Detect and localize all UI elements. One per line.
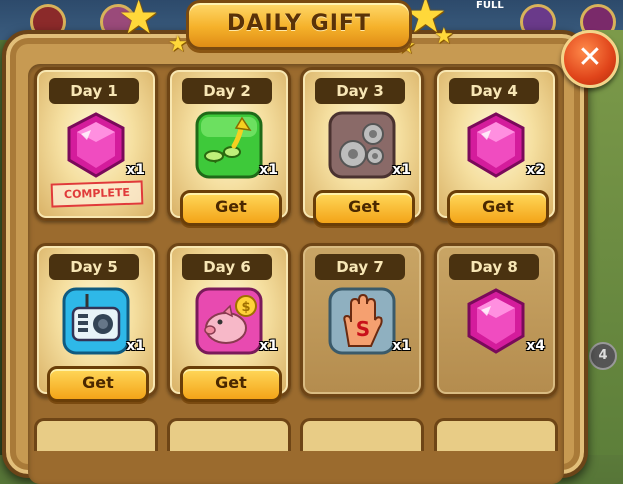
day-card-2: Day 2 x1 Get <box>167 67 291 226</box>
svg-text:S: S <box>356 317 370 341</box>
radio-icon <box>61 286 131 356</box>
quantity: x1 <box>126 162 145 178</box>
quantity: x1 <box>392 338 411 354</box>
pink-gem-icon <box>61 110 131 180</box>
day-card-6: Day 6 $ x1 Get <box>167 243 291 402</box>
day-card-row3-2 <box>167 418 291 451</box>
day-card-row3-3 <box>300 418 424 451</box>
day-card-8: Day 8 x4 <box>434 243 558 397</box>
close-button[interactable]: ✕ <box>561 30 619 88</box>
star-icon-left-small: ★ <box>168 32 188 57</box>
get-button[interactable]: Get <box>180 366 282 402</box>
gears-icon <box>327 110 397 180</box>
day-card-4: Day 4 x2 Get <box>434 67 558 226</box>
day-label: Day 5 <box>49 254 139 280</box>
day-label: Day 2 <box>182 78 272 104</box>
day-card-5: Day 5 x1 Get <box>34 243 158 402</box>
quantity: x1 <box>126 338 145 354</box>
quantity: x1 <box>392 162 411 178</box>
page-title: DAILY GIFT <box>186 0 412 50</box>
quantity: x1 <box>259 338 278 354</box>
day-label: Day 3 <box>315 78 405 104</box>
day-card-1: Day 1 x1 COMPLETE <box>34 67 158 221</box>
background-status-text: FULL <box>476 0 504 11</box>
day-card-3: Day 3 x1 Get <box>300 67 424 226</box>
background-badge: 4 <box>589 342 617 370</box>
star-icon-left-large: ★ <box>118 0 160 44</box>
quantity: x4 <box>526 338 545 354</box>
piggy-bank-icon: $ <box>194 286 264 356</box>
day-label: Day 8 <box>449 254 539 280</box>
get-button[interactable]: Get <box>47 366 149 402</box>
pink-gem-icon <box>461 286 531 356</box>
close-icon: ✕ <box>577 40 603 75</box>
hand-glove-icon: S <box>327 286 397 356</box>
pink-gem-icon <box>461 110 531 180</box>
svg-text:$: $ <box>241 300 250 315</box>
day-label: Day 1 <box>49 78 139 104</box>
day-label: Day 4 <box>449 78 539 104</box>
get-button[interactable]: Get <box>447 190 549 226</box>
day-card-row3-1 <box>34 418 158 451</box>
get-button[interactable]: Get <box>313 190 415 226</box>
complete-stamp: COMPLETE <box>50 180 144 208</box>
day-card-7: Day 7 S x1 <box>300 243 424 397</box>
day-card-row3-4 <box>434 418 558 451</box>
background-farm-scene <box>583 30 623 455</box>
star-icon-right-tiny: ★ <box>434 24 454 49</box>
get-button[interactable]: Get <box>180 190 282 226</box>
day-label: Day 6 <box>182 254 272 280</box>
quantity: x1 <box>259 162 278 178</box>
day-label: Day 7 <box>315 254 405 280</box>
quantity: x2 <box>526 162 545 178</box>
plant-growth-icon <box>194 110 264 180</box>
